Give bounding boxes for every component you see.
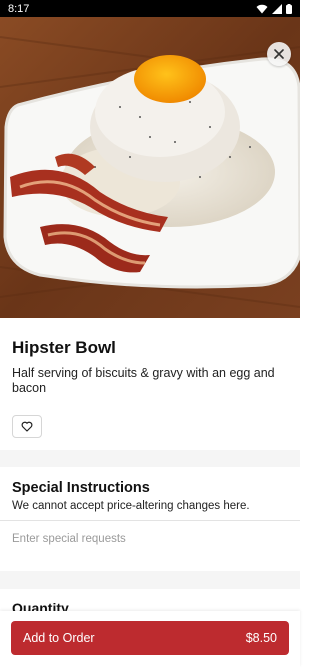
- add-to-order-price: $8.50: [245, 631, 277, 645]
- close-button[interactable]: [267, 42, 291, 66]
- special-instructions-section: Special Instructions We cannot accept pr…: [0, 467, 300, 512]
- heart-icon: [21, 421, 33, 432]
- special-instructions-title: Special Instructions: [12, 480, 150, 496]
- add-to-order-button[interactable]: Add to Order $8.50: [11, 621, 289, 655]
- hipster-bowl-photo: [0, 17, 300, 318]
- special-requests-input[interactable]: [0, 520, 300, 556]
- bottom-action-bar: Add to Order $8.50: [0, 611, 300, 667]
- item-description: Half serving of biscuits & gravy with an…: [12, 366, 275, 395]
- status-bar: 8:17: [0, 0, 300, 17]
- section-divider: [0, 450, 300, 467]
- item-info: Hipster Bowl Half serving of biscuits & …: [0, 318, 300, 438]
- close-icon: [274, 49, 284, 59]
- wifi-icon: [256, 4, 268, 13]
- favorite-button[interactable]: [12, 415, 42, 438]
- special-instructions-subtitle: We cannot accept price-altering changes …: [12, 500, 250, 512]
- signal-icon: [272, 3, 282, 14]
- item-title: Hipster Bowl: [12, 338, 116, 357]
- add-to-order-label: Add to Order: [23, 631, 95, 645]
- item-photo: [0, 17, 300, 318]
- status-icons: [256, 3, 292, 14]
- section-divider: [0, 571, 300, 589]
- status-time: 8:17: [8, 2, 30, 15]
- battery-icon: [286, 3, 292, 14]
